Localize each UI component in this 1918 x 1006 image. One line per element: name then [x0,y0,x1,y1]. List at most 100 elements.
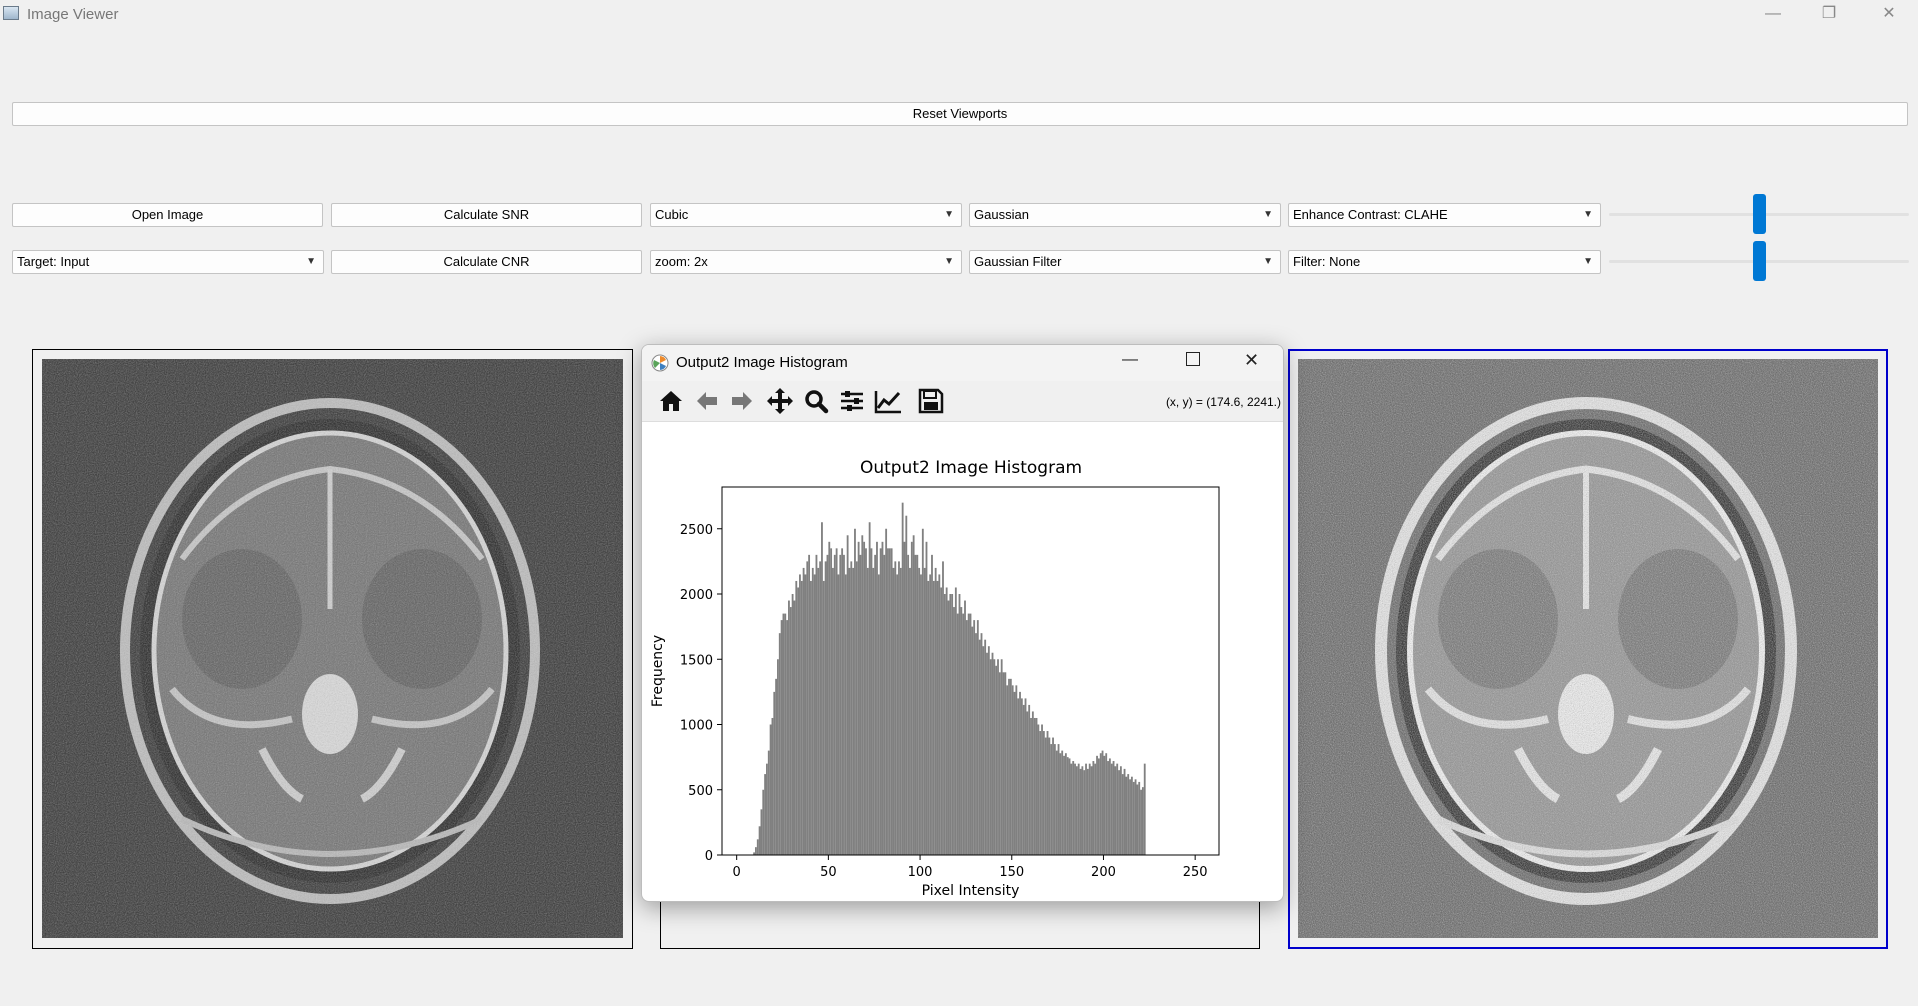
back-icon[interactable] [692,386,722,416]
histogram-bar [788,600,790,855]
calculate-cnr-button[interactable]: Calculate CNR [331,250,642,274]
histogram-bar [1085,763,1087,855]
filter-select[interactable]: Filter: None ▼ [1288,250,1601,274]
forward-icon[interactable] [727,386,757,416]
histogram-bar [1097,758,1100,855]
histogram-bar [832,567,834,855]
histogram-bar [1129,779,1131,855]
histogram-bar [1039,731,1042,855]
histogram-window[interactable]: Output2 Image Histogram — ✕ (x, y) = (17… [641,344,1284,902]
histogram-bar [879,548,882,855]
calculate-snr-button[interactable]: Calculate SNR [331,203,642,227]
histogram-bar [789,607,792,855]
interpolation-select[interactable]: Cubic ▼ [650,203,962,227]
output2-viewport[interactable] [1288,349,1888,949]
histogram-bar [819,561,822,855]
histogram-bar [1041,724,1043,855]
histogram-bar [1004,672,1007,855]
popup-close-button[interactable]: ✕ [1244,350,1259,371]
slider-2[interactable] [1609,241,1909,281]
chevron-down-icon: ▼ [306,256,316,267]
histogram-bar [810,580,812,855]
histogram-bar [995,665,998,855]
histogram-bar [973,620,976,855]
chevron-down-icon: ▼ [1263,256,1273,267]
contrast-select[interactable]: Enhance Contrast: CLAHE ▼ [1288,203,1601,227]
close-button[interactable]: ✕ [1866,0,1912,30]
x-tick-label: 0 [733,865,741,880]
histogram-bar [912,535,915,855]
slider-handle[interactable] [1752,194,1766,234]
histogram-bar [1019,691,1021,855]
popup-minimize-button[interactable]: — [1122,351,1138,369]
restore-button[interactable]: ❐ [1806,0,1852,30]
histogram-bar [883,554,886,855]
save-icon[interactable] [916,386,946,416]
histogram-bar [931,554,933,855]
pan-icon[interactable] [765,386,795,416]
target-select[interactable]: Target: Input ▼ [12,250,324,274]
histogram-bar [802,567,805,855]
histogram-bar [940,587,943,855]
histogram-bar [1118,770,1120,855]
interpolation-value: Cubic [655,207,689,222]
histogram-bar [1057,744,1060,855]
reset-viewports-button[interactable]: Reset Viewports [12,102,1908,126]
histogram-bar [1114,766,1117,855]
histogram-bar [888,548,891,855]
histogram-bar [971,626,974,855]
histogram-bar [762,789,765,855]
open-image-button[interactable]: Open Image [12,203,323,227]
slider-handle[interactable] [1752,241,1766,281]
histogram-bar [960,607,963,855]
histogram-bar [1048,737,1051,855]
minimize-button[interactable]: — [1750,0,1796,30]
histogram-bar [811,567,814,855]
edit-axis-icon[interactable] [873,386,903,416]
histogram-bar [1064,753,1067,855]
histogram-bar [859,554,862,855]
histogram-bar [808,554,811,855]
y-tick-label: 500 [688,784,713,799]
slider-1[interactable] [1609,194,1909,234]
histogram-bar [1096,755,1098,855]
histogram-bar [837,574,840,855]
title-bar: Image Viewer — ❐ ✕ [0,0,1918,30]
histogram-bar [898,561,900,855]
histogram-bar [953,607,955,855]
histogram-bar [1125,776,1128,855]
histogram-bar [846,535,849,855]
histogram-bar [964,600,966,855]
histogram-bar [1079,768,1082,855]
histogram-bar [932,580,935,855]
input-viewport[interactable] [32,349,633,949]
histogram-bar [848,567,851,855]
home-icon[interactable] [656,386,686,416]
x-tick-label: 50 [820,865,837,880]
histogram-bar [982,646,985,855]
x-axis-label: Pixel Intensity [922,883,1020,899]
histogram-bar [844,574,847,855]
histogram-bar [861,535,864,855]
histogram-bar [1024,698,1027,855]
histogram-bar [865,548,867,855]
y-tick-label: 0 [705,849,713,864]
histogram-bar [835,548,838,855]
histogram-bar [1130,776,1133,855]
noise-select[interactable]: Gaussian ▼ [969,203,1281,227]
histogram-bar [1059,753,1062,855]
histogram-bar [1107,761,1109,855]
configure-subplots-icon[interactable] [837,386,867,416]
zoom-icon[interactable] [801,386,831,416]
histogram-bar [1033,717,1036,855]
histogram-bar [872,567,875,855]
histogram-bar [1030,717,1032,855]
histogram-bar [1055,750,1058,855]
popup-maximize-button[interactable] [1186,352,1200,366]
histogram-bar [870,548,873,855]
histogram-bar [766,763,768,855]
histogram-bar [1099,753,1102,855]
histogram-chart[interactable]: Output2 Image Histogram 0 50 100 150 200 2500… [642,422,1283,901]
noise-filter-select[interactable]: Gaussian Filter ▼ [969,250,1281,274]
zoom-select[interactable]: zoom: 2x ▼ [650,250,962,274]
